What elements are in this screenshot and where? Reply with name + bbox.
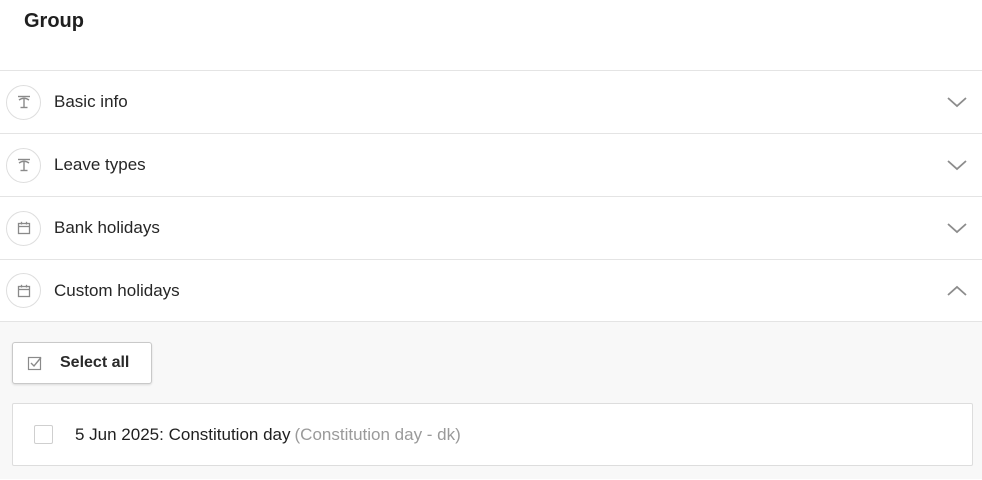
section-bank-holidays[interactable]: Bank holidays — [0, 196, 982, 259]
chevron-down-icon[interactable] — [946, 158, 968, 172]
palm-tree-icon — [6, 147, 41, 183]
holiday-source: (Constitution day - dk) — [294, 424, 461, 444]
holiday-date: 5 Jun 2025 — [75, 424, 160, 444]
palm-tree-icon — [6, 84, 41, 120]
section-label-bank-holidays: Bank holidays — [54, 218, 160, 237]
chevron-down-icon[interactable] — [946, 221, 968, 235]
section-label-basic-info: Basic info — [54, 92, 128, 111]
group-settings-page: Group Basic info Leave types Bank holida… — [0, 0, 982, 480]
holiday-checkbox[interactable] — [34, 425, 53, 444]
section-leave-types[interactable]: Leave types — [0, 133, 982, 196]
section-label-custom-holidays: Custom holidays — [54, 280, 180, 300]
calendar-icon — [6, 210, 41, 246]
checkbox-checked-icon — [27, 356, 42, 371]
holiday-name: Constitution day — [168, 424, 291, 444]
page-title: Group — [24, 10, 84, 32]
custom-holidays-panel: Select all 5 Jun 2025: Constitution day … — [0, 322, 982, 479]
section-basic-info[interactable]: Basic info — [0, 70, 982, 133]
section-label-leave-types: Leave types — [54, 155, 146, 174]
select-all-label: Select all — [60, 354, 130, 371]
holiday-list-item[interactable]: 5 Jun 2025: Constitution day (Constituti… — [12, 403, 973, 466]
select-all-button[interactable]: Select all — [12, 342, 153, 384]
calendar-icon — [6, 273, 41, 308]
section-custom-holidays[interactable]: Custom holidays — [0, 259, 982, 322]
chevron-up-icon[interactable] — [946, 284, 968, 298]
holiday-separator: : — [159, 424, 169, 444]
page-header: Group — [0, 0, 982, 70]
chevron-down-icon[interactable] — [946, 95, 968, 109]
